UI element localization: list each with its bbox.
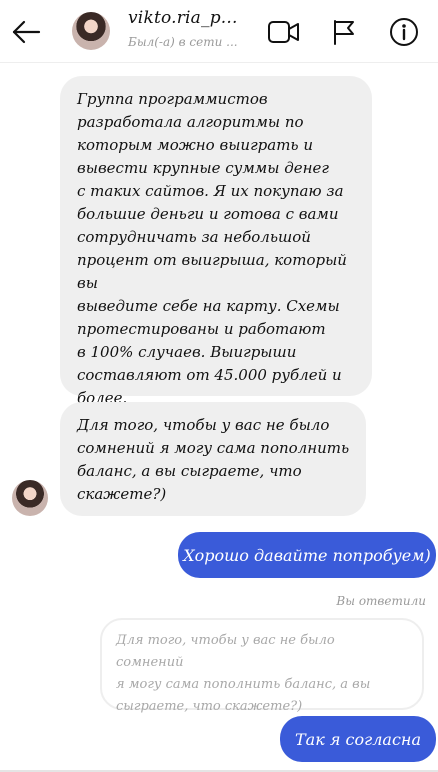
report-button[interactable]: [326, 14, 362, 50]
incoming-message[interactable]: Группа программистов разработала алгорит…: [60, 76, 372, 407]
outgoing-message[interactable]: Хорошо давайте попробуем): [178, 532, 436, 578]
outgoing-message[interactable]: Так я согласна: [280, 716, 436, 762]
quoted-message[interactable]: Для того, чтобы у вас не было сомнений я…: [100, 618, 424, 714]
info-button[interactable]: [386, 14, 422, 50]
arrow-left-icon: [12, 20, 41, 44]
incoming-message[interactable]: Для того, чтобы у вас не было сомнений я…: [60, 402, 366, 516]
flag-icon: [334, 20, 354, 45]
video-camera-icon: [268, 21, 299, 43]
back-button[interactable]: [8, 14, 44, 50]
sender-avatar[interactable]: [12, 480, 48, 516]
reply-label: Вы ответили: [336, 594, 426, 608]
contact-avatar[interactable]: [72, 12, 110, 50]
chat-screen: vikto.ria_p... Был(-а) в сети ... Группа…: [0, 0, 438, 772]
video-call-button[interactable]: [266, 14, 302, 50]
chat-header: vikto.ria_p... Был(-а) в сети ...: [0, 0, 438, 63]
contact-status: Был(-а) в сети ...: [128, 35, 238, 49]
contact-username[interactable]: vikto.ria_p...: [128, 8, 238, 28]
info-icon: [390, 18, 418, 46]
